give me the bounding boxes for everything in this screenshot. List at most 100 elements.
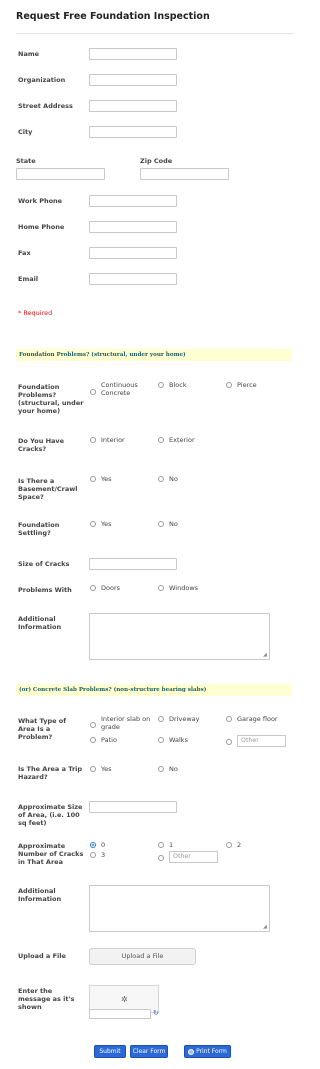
- street-address-field[interactable]: [89, 100, 177, 112]
- num-cracks-label: Approximate Number of Cracks in That Are…: [18, 842, 84, 866]
- zip-code-label: Zip Code: [140, 157, 173, 165]
- problems-with-radio-doors[interactable]: [90, 585, 96, 591]
- trip-hazard-label: Is The Area a Trip Hazard?: [18, 765, 83, 781]
- required-note: * Required: [18, 309, 53, 317]
- area-other-field[interactable]: Other: [237, 735, 286, 747]
- organization-field[interactable]: [89, 74, 177, 86]
- cracks-option-exterior: Exterior: [169, 436, 195, 444]
- trip-hazard-option-no: No: [169, 765, 178, 773]
- clear-form-button[interactable]: Clear Form: [130, 1045, 168, 1058]
- email-label: Email: [18, 275, 39, 283]
- slab-additional-info-textarea[interactable]: ◢: [89, 885, 270, 932]
- area-radio-garage-floor[interactable]: [226, 716, 232, 722]
- captcha-label: Enter the message as it's shown: [18, 987, 75, 1011]
- area-radio-patio[interactable]: [90, 737, 96, 743]
- basement-option-no: No: [169, 475, 178, 483]
- basement-radio-no[interactable]: [158, 476, 164, 482]
- zip-code-field[interactable]: [140, 168, 229, 180]
- foundation-problems-label: Foundation Problems? (structural, under …: [18, 383, 84, 415]
- name-field[interactable]: [89, 48, 177, 60]
- fax-label: Fax: [18, 249, 31, 257]
- organization-label: Organization: [18, 76, 66, 84]
- area-option-driveway: Driveway: [169, 715, 200, 723]
- cracks-option-interior: Interior: [101, 436, 125, 444]
- trip-hazard-option-yes: Yes: [101, 765, 112, 773]
- foundation-problems-option-2: Pierce: [237, 381, 257, 389]
- name-label: Name: [18, 50, 40, 58]
- submit-button[interactable]: Submit: [94, 1045, 126, 1058]
- print-icon: [188, 1048, 195, 1055]
- foundation-problems-radio-0[interactable]: [90, 389, 96, 395]
- num-cracks-other-field[interactable]: Other: [169, 851, 218, 863]
- num-cracks-option-1: 1: [169, 841, 174, 849]
- print-form-label: Print Form: [196, 1048, 227, 1055]
- num-cracks-option-0: 0: [101, 841, 106, 849]
- foundation-problems-option-0: Continuous Concrete: [101, 381, 138, 397]
- num-cracks-radio-1[interactable]: [158, 842, 164, 848]
- basement-radio-yes[interactable]: [90, 476, 96, 482]
- email-field[interactable]: [89, 273, 177, 285]
- settling-label: Foundation Settling?: [18, 521, 60, 537]
- upload-button[interactable]: Upload a File: [89, 948, 196, 965]
- settling-radio-yes[interactable]: [90, 521, 96, 527]
- approx-size-field[interactable]: [89, 801, 177, 813]
- crack-size-label: Size of Cracks: [18, 560, 70, 568]
- basement-option-yes: Yes: [101, 475, 112, 483]
- num-cracks-option-3: 3: [101, 851, 106, 859]
- num-cracks-radio-3[interactable]: [90, 852, 96, 858]
- settling-radio-no[interactable]: [158, 521, 164, 527]
- problems-with-radio-windows[interactable]: [158, 585, 164, 591]
- foundation-problems-radio-1[interactable]: [158, 382, 164, 388]
- foundation-problems-radio-2[interactable]: [226, 382, 232, 388]
- city-label: City: [18, 128, 33, 136]
- settling-option-no: No: [169, 520, 178, 528]
- area-type-label: What Type of Area Is a Problem?: [18, 717, 67, 741]
- problems-with-label: Problems With: [18, 586, 72, 594]
- area-radio-other[interactable]: [226, 739, 232, 745]
- crack-size-field[interactable]: [89, 558, 177, 570]
- area-option-patio: Patio: [101, 736, 117, 744]
- settling-option-yes: Yes: [101, 520, 112, 528]
- upload-label: Upload a File: [18, 952, 66, 960]
- state-label: State: [16, 157, 36, 165]
- print-form-button[interactable]: Print Form: [184, 1045, 231, 1058]
- resize-grip-icon[interactable]: ◢: [263, 925, 268, 930]
- page-title: Request Free Foundation Inspection: [16, 11, 210, 22]
- foundation-problems-option-1: Block: [169, 381, 187, 389]
- work-phone-label: Work Phone: [18, 197, 63, 205]
- trip-hazard-radio-no[interactable]: [158, 766, 164, 772]
- resize-grip-icon[interactable]: ◢: [263, 653, 268, 658]
- slab-section-header: (or) Concrete Slab Problems? (non-struct…: [16, 684, 291, 696]
- area-option-garage-floor: Garage floor: [237, 715, 278, 723]
- basement-label: Is There a Basement/Crawl Space?: [18, 477, 78, 501]
- area-option-walks: Walks: [169, 736, 188, 744]
- cracks-radio-exterior[interactable]: [158, 437, 164, 443]
- fax-field[interactable]: [89, 247, 177, 259]
- problems-with-option-doors: Doors: [101, 584, 121, 592]
- area-radio-driveway[interactable]: [158, 716, 164, 722]
- area-radio-interior-slab[interactable]: [90, 722, 96, 728]
- num-cracks-radio-0[interactable]: [90, 842, 96, 848]
- city-field[interactable]: [89, 126, 177, 138]
- captcha-input[interactable]: [89, 1009, 151, 1019]
- loading-spinner-icon: ✲: [121, 995, 128, 1004]
- foundation-section-header: Foundation Problems? (structural, under …: [16, 349, 291, 361]
- cracks-radio-interior[interactable]: [90, 437, 96, 443]
- additional-info-textarea[interactable]: ◢: [89, 613, 270, 660]
- work-phone-field[interactable]: [89, 195, 177, 207]
- num-cracks-radio-2[interactable]: [226, 842, 232, 848]
- cracks-label: Do You Have Cracks?: [18, 437, 65, 453]
- area-radio-walks[interactable]: [158, 737, 164, 743]
- street-address-label: Street Address: [18, 102, 73, 110]
- slab-additional-info-label: Additional Information: [18, 887, 62, 903]
- trip-hazard-radio-yes[interactable]: [90, 766, 96, 772]
- title-divider: [16, 33, 294, 34]
- num-cracks-radio-other[interactable]: [158, 855, 164, 861]
- num-cracks-option-2: 2: [237, 841, 242, 849]
- problems-with-option-windows: Windows: [169, 584, 199, 592]
- state-field[interactable]: [16, 168, 105, 180]
- home-phone-label: Home Phone: [18, 223, 65, 231]
- approx-size-label: Approximate Size of Area, (i.e. 100 sq f…: [18, 803, 83, 827]
- refresh-icon[interactable]: ↻: [153, 1009, 159, 1018]
- home-phone-field[interactable]: [89, 221, 177, 233]
